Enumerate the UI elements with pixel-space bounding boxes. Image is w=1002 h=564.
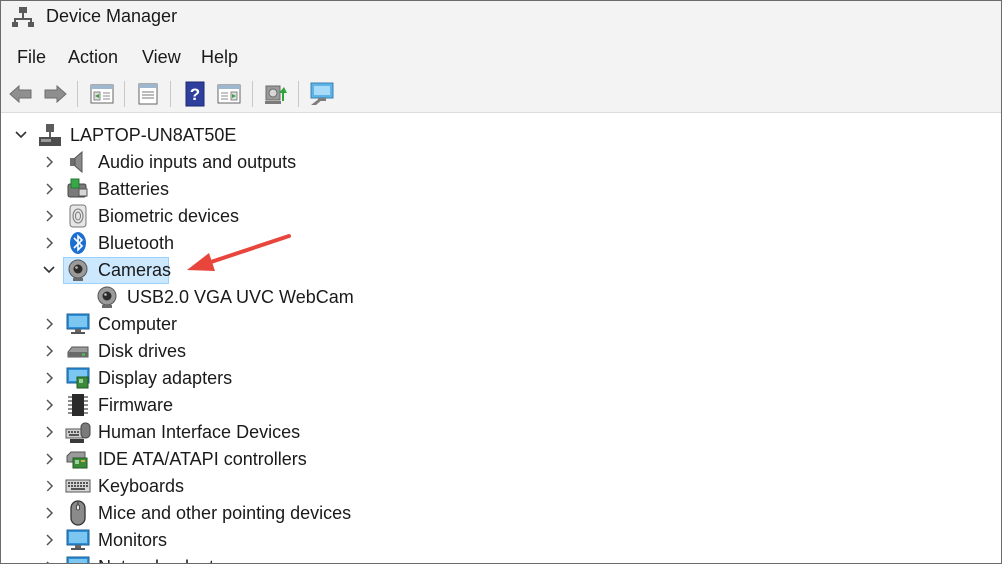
battery-icon	[67, 178, 88, 198]
menu-file[interactable]: File	[17, 47, 46, 68]
chevron-right-icon[interactable]	[43, 533, 57, 547]
tree-item-label[interactable]: Biometric devices	[98, 205, 239, 227]
scan-hardware-icon	[265, 85, 287, 104]
speaker-icon	[70, 150, 83, 174]
view-panel-icon	[217, 84, 241, 104]
chevron-right-icon[interactable]	[43, 452, 57, 466]
tree-item-label[interactable]: Computer	[98, 313, 177, 335]
menu-view[interactable]: View	[142, 47, 181, 68]
tree-item-label[interactable]: IDE ATA/ATAPI controllers	[98, 448, 307, 470]
computer-root-icon	[39, 124, 61, 146]
title-bar: Device Manager	[1, 1, 1001, 39]
display-adapter-icon	[66, 367, 90, 389]
chevron-down-icon[interactable]	[14, 128, 28, 142]
device-manager-window: Device Manager File Action View Help ? L…	[0, 0, 1002, 564]
chevron-right-icon[interactable]	[43, 506, 57, 520]
menu-bar: File Action View Help	[1, 39, 1001, 75]
tree-root-label[interactable]: LAPTOP-UN8AT50E	[70, 124, 236, 146]
tree-item-label[interactable]: Firmware	[98, 394, 173, 416]
camera-icon	[68, 259, 88, 281]
chevron-right-icon[interactable]	[43, 236, 57, 250]
menu-help[interactable]: Help	[201, 47, 238, 68]
tree-child-label[interactable]: USB2.0 VGA UVC WebCam	[127, 286, 354, 308]
toolbar: ?	[1, 75, 1001, 113]
tree-item-label[interactable]: Display adapters	[98, 367, 232, 389]
firmware-chip-icon	[68, 394, 88, 416]
properties-panel-button[interactable]	[88, 80, 116, 108]
tree-item-label[interactable]: Network adapters	[98, 556, 239, 563]
annotation-arrow	[187, 234, 291, 271]
keyboard-icon	[65, 479, 91, 493]
toolbar-separator	[170, 81, 171, 107]
chevron-right-icon[interactable]	[43, 560, 57, 564]
monitor-icon	[310, 82, 334, 105]
fingerprint-icon	[69, 204, 87, 228]
monitor-toolbar-button[interactable]	[308, 80, 336, 108]
network-adapter-icon	[66, 556, 90, 563]
tree-item-label[interactable]: Cameras	[98, 259, 171, 281]
bluetooth-icon	[70, 232, 86, 254]
monitor-icon	[66, 529, 90, 550]
tree-item-label[interactable]: Batteries	[98, 178, 169, 200]
scan-hardware-button[interactable]	[261, 80, 289, 108]
chevron-down-icon[interactable]	[42, 263, 56, 277]
tree-item-label[interactable]: Bluetooth	[98, 232, 174, 254]
back-button[interactable]	[7, 80, 35, 108]
chevron-right-icon[interactable]	[43, 344, 57, 358]
forward-button[interactable]	[41, 80, 69, 108]
webcam-icon	[97, 286, 117, 308]
tree-item-label[interactable]: Mice and other pointing devices	[98, 502, 351, 524]
menu-action[interactable]: Action	[68, 47, 118, 68]
chevron-right-icon[interactable]	[43, 479, 57, 493]
chevron-right-icon[interactable]	[43, 182, 57, 196]
device-list-icon	[138, 83, 158, 105]
toolbar-separator	[77, 81, 78, 107]
help-icon: ?	[185, 81, 205, 107]
chevron-right-icon[interactable]	[43, 371, 57, 385]
chevron-right-icon[interactable]	[43, 155, 57, 169]
chevron-right-icon[interactable]	[43, 425, 57, 439]
device-list-button[interactable]	[134, 80, 162, 108]
forward-icon	[44, 84, 67, 104]
chevron-right-icon[interactable]	[43, 209, 57, 223]
tree-item-label[interactable]: Keyboards	[98, 475, 184, 497]
properties-panel-icon	[90, 84, 114, 104]
toolbar-separator	[124, 81, 125, 107]
disk-drive-icon	[67, 346, 89, 358]
mouse-icon	[70, 500, 86, 526]
tree-item-label[interactable]: Human Interface Devices	[98, 421, 300, 443]
window-title: Device Manager	[46, 6, 178, 26]
chevron-right-icon[interactable]	[43, 398, 57, 412]
svg-text:?: ?	[190, 85, 200, 104]
tree-item-label[interactable]: Audio inputs and outputs	[98, 151, 296, 173]
view-panel-button[interactable]	[215, 80, 243, 108]
device-manager-icon	[12, 7, 34, 27]
toolbar-separator	[298, 81, 299, 107]
ide-controller-icon	[66, 451, 88, 469]
toolbar-separator	[252, 81, 253, 107]
tree-item-label[interactable]: Monitors	[98, 529, 167, 551]
help-button[interactable]: ?	[181, 80, 209, 108]
chevron-right-icon[interactable]	[43, 317, 57, 331]
hid-icon	[65, 422, 91, 443]
tree-item-label[interactable]: Disk drives	[98, 340, 186, 362]
back-icon	[9, 84, 32, 104]
computer-icon	[66, 313, 90, 334]
device-tree: LAPTOP-UN8AT50E Audio inputs and outputs…	[1, 118, 1001, 564]
